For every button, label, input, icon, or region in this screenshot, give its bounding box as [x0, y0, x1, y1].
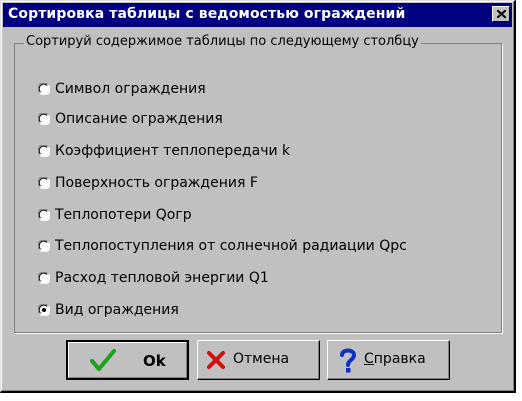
sort-option-1[interactable]: Символ ограждения [38, 79, 206, 99]
help-button-accelerator: С [364, 351, 374, 367]
radio-unchecked-icon[interactable] [38, 83, 50, 95]
sort-option-7[interactable]: Расход тепловой энергии Q1 [38, 268, 269, 288]
checkmark-icon [90, 349, 116, 371]
help-button-label: Справка [364, 351, 426, 367]
sort-option-label: Символ ограждения [55, 81, 206, 97]
cancel-button[interactable]: Отмена [197, 340, 320, 380]
question-mark-icon [340, 348, 357, 373]
sort-option-8[interactable]: Вид ограждения [38, 300, 179, 320]
radio-unchecked-icon[interactable] [38, 209, 50, 221]
cancel-button-label: Отмена [233, 351, 290, 367]
radio-unchecked-icon[interactable] [38, 145, 50, 157]
sort-option-label: Расход тепловой энергии Q1 [55, 270, 269, 286]
sort-option-3[interactable]: Коэффициент теплопередачи k [38, 141, 290, 161]
radio-unchecked-icon[interactable] [38, 113, 50, 125]
radio-unchecked-icon[interactable] [38, 240, 50, 252]
radio-unchecked-icon[interactable] [38, 177, 50, 189]
dialog-title: Сортировка таблицы с ведомостью огражден… [8, 6, 406, 22]
title-bar[interactable]: Сортировка таблицы с ведомостью огражден… [3, 3, 512, 27]
sort-option-2[interactable]: Описание ограждения [38, 109, 223, 129]
ok-button-label: Ok [143, 352, 166, 370]
sort-option-5[interactable]: Теплопотери Qогр [38, 205, 192, 225]
sort-dialog: Сортировка таблицы с ведомостью огражден… [0, 0, 516, 393]
cross-icon [207, 351, 225, 369]
sort-option-label: Поверхность ограждения F [55, 175, 258, 191]
group-legend: Сортируй содержимое таблицы по следующем… [24, 34, 421, 49]
sort-option-label: Описание ограждения [55, 111, 223, 127]
help-button[interactable]: Справка [327, 340, 450, 380]
ok-button-bevel [68, 342, 187, 378]
ok-button[interactable]: Ok [66, 340, 189, 380]
sort-option-6[interactable]: Теплопоступления от солнечной радиации Q… [38, 236, 407, 256]
help-button-label-rest: правка [373, 351, 426, 367]
radio-checked-icon[interactable] [38, 304, 50, 316]
close-icon [497, 10, 506, 18]
radio-unchecked-icon[interactable] [38, 272, 50, 284]
sort-option-label: Теплопотери Qогр [55, 207, 192, 223]
sort-option-label: Вид ограждения [55, 302, 179, 318]
close-button[interactable] [492, 6, 510, 22]
sort-option-4[interactable]: Поверхность ограждения F [38, 173, 258, 193]
sort-option-label: Теплопоступления от солнечной радиации Q… [55, 238, 407, 254]
sort-option-label: Коэффициент теплопередачи k [55, 143, 291, 159]
